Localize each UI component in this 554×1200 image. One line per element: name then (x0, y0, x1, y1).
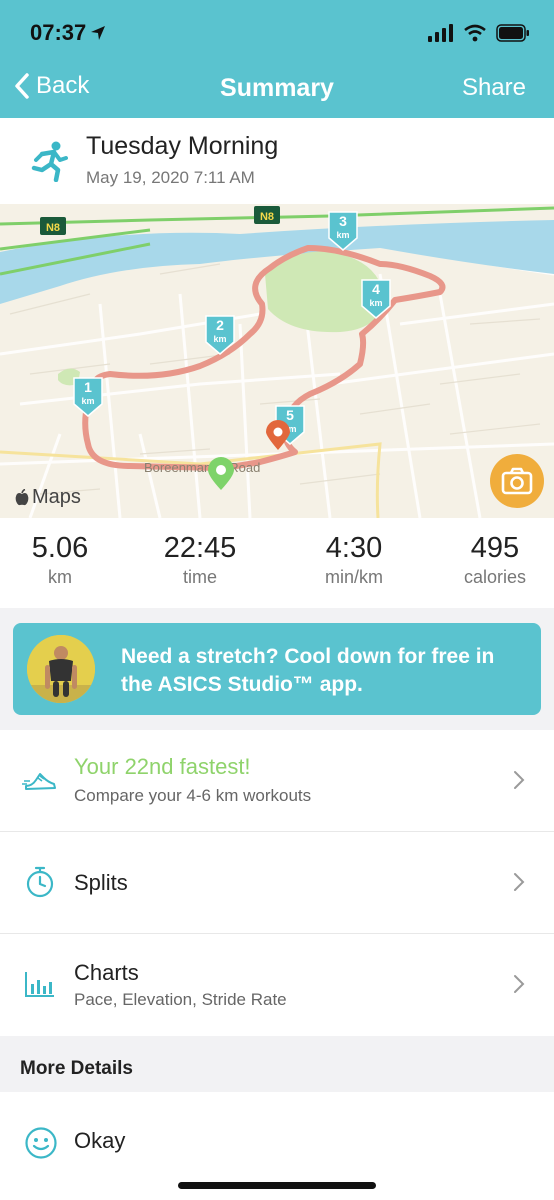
workout-options-list: Your 22nd fastest! Compare your 4-6 km w… (0, 730, 554, 1036)
camera-icon (501, 467, 533, 495)
maps-attribution: Maps (14, 486, 81, 509)
stretch-photo (27, 635, 95, 703)
splits-row[interactable]: Splits (0, 832, 554, 934)
status-icons (428, 24, 530, 42)
workout-header: Tuesday Morning May 19, 2020 7:11 AM (0, 118, 554, 204)
stat-value: 22:45 (163, 532, 237, 564)
apple-logo-icon (15, 488, 29, 505)
stat-value: 4:30 (325, 532, 383, 564)
svg-text:km: km (81, 396, 94, 406)
clock-text: 07:37 (30, 20, 87, 45)
svg-text:5: 5 (286, 407, 294, 423)
svg-text:N8: N8 (260, 211, 274, 223)
stat-pace: 4:30 min/km (306, 532, 402, 588)
stats-bar: 5.06 km 22:45 time 4:30 min/km 495 calor… (0, 518, 554, 608)
stopwatch-icon (26, 866, 54, 898)
promo-text: Need a stretch? Cool down for free in th… (121, 645, 495, 696)
stat-value: 5.06 (31, 532, 89, 564)
shoe-icon (22, 773, 56, 790)
wifi-icon (464, 24, 486, 42)
location-arrow-icon (91, 26, 106, 40)
workout-title: Tuesday Morning (86, 132, 279, 160)
stat-calories: 495 calories (448, 532, 542, 588)
km-marker-1[interactable]: 1 km (73, 377, 103, 417)
chevron-right-icon (514, 771, 525, 789)
share-button[interactable]: Share (462, 74, 526, 102)
runner-icon (31, 141, 68, 182)
chevron-right-icon (514, 873, 525, 891)
stat-distance: 5.06 km (22, 532, 98, 588)
stat-unit: calories (463, 567, 527, 587)
asics-studio-promo-banner[interactable]: Need a stretch? Cool down for free in th… (13, 623, 541, 715)
workout-date: May 19, 2020 7:11 AM (86, 168, 255, 187)
status-time: 07:37 (30, 20, 106, 46)
home-indicator[interactable] (178, 1182, 376, 1189)
signal-icon (428, 24, 453, 42)
fastest-compare-row[interactable]: Your 22nd fastest! Compare your 4-6 km w… (0, 730, 554, 832)
section-title: More Details (20, 1058, 133, 1079)
splits-label: Splits (74, 870, 128, 895)
camera-button[interactable] (490, 454, 544, 508)
charts-sub: Pace, Elevation, Stride Rate (74, 990, 287, 1009)
svg-text:km: km (213, 334, 226, 344)
stat-unit: min/km (325, 567, 383, 587)
svg-text:4: 4 (372, 281, 380, 297)
svg-text:1: 1 (84, 379, 92, 395)
stat-unit: km (48, 567, 72, 587)
road-label: Boreenmanna Road (144, 460, 260, 475)
svg-text:N8: N8 (46, 222, 60, 234)
svg-text:2: 2 (216, 317, 224, 333)
stat-time: 22:45 time (152, 532, 248, 588)
more-details-header: More Details (0, 1036, 554, 1092)
navigation-bar: Back Summary Share (0, 60, 554, 116)
charts-label: Charts (74, 960, 139, 985)
svg-text:km: km (369, 298, 382, 308)
fastest-sub: Compare your 4-6 km workouts (74, 786, 312, 805)
top-bar: 07:37 Back Summary Share (0, 0, 554, 118)
bar-chart-icon (25, 972, 54, 997)
stretching-person-icon (27, 635, 95, 703)
battery-icon (496, 24, 529, 42)
smiley-icon (25, 1127, 57, 1159)
svg-text:km: km (336, 230, 349, 240)
feeling-label: Okay (74, 1128, 126, 1153)
fastest-label: Your 22nd fastest! (74, 754, 251, 779)
chevron-right-icon (514, 975, 525, 993)
stat-unit: time (182, 567, 217, 587)
maps-label: Maps (32, 486, 81, 508)
map-canvas: N8 N8 Boreenmanna Road 1 km 2 km 3 km 4 … (0, 206, 554, 518)
svg-text:3: 3 (339, 213, 347, 229)
status-bar: 07:37 (0, 20, 554, 50)
stat-value: 495 (470, 532, 520, 564)
charts-row[interactable]: Charts Pace, Elevation, Stride Rate (0, 934, 554, 1036)
route-map[interactable]: N8 N8 Boreenmanna Road 1 km 2 km 3 km 4 … (0, 204, 554, 518)
start-pin-icon[interactable] (208, 457, 234, 490)
